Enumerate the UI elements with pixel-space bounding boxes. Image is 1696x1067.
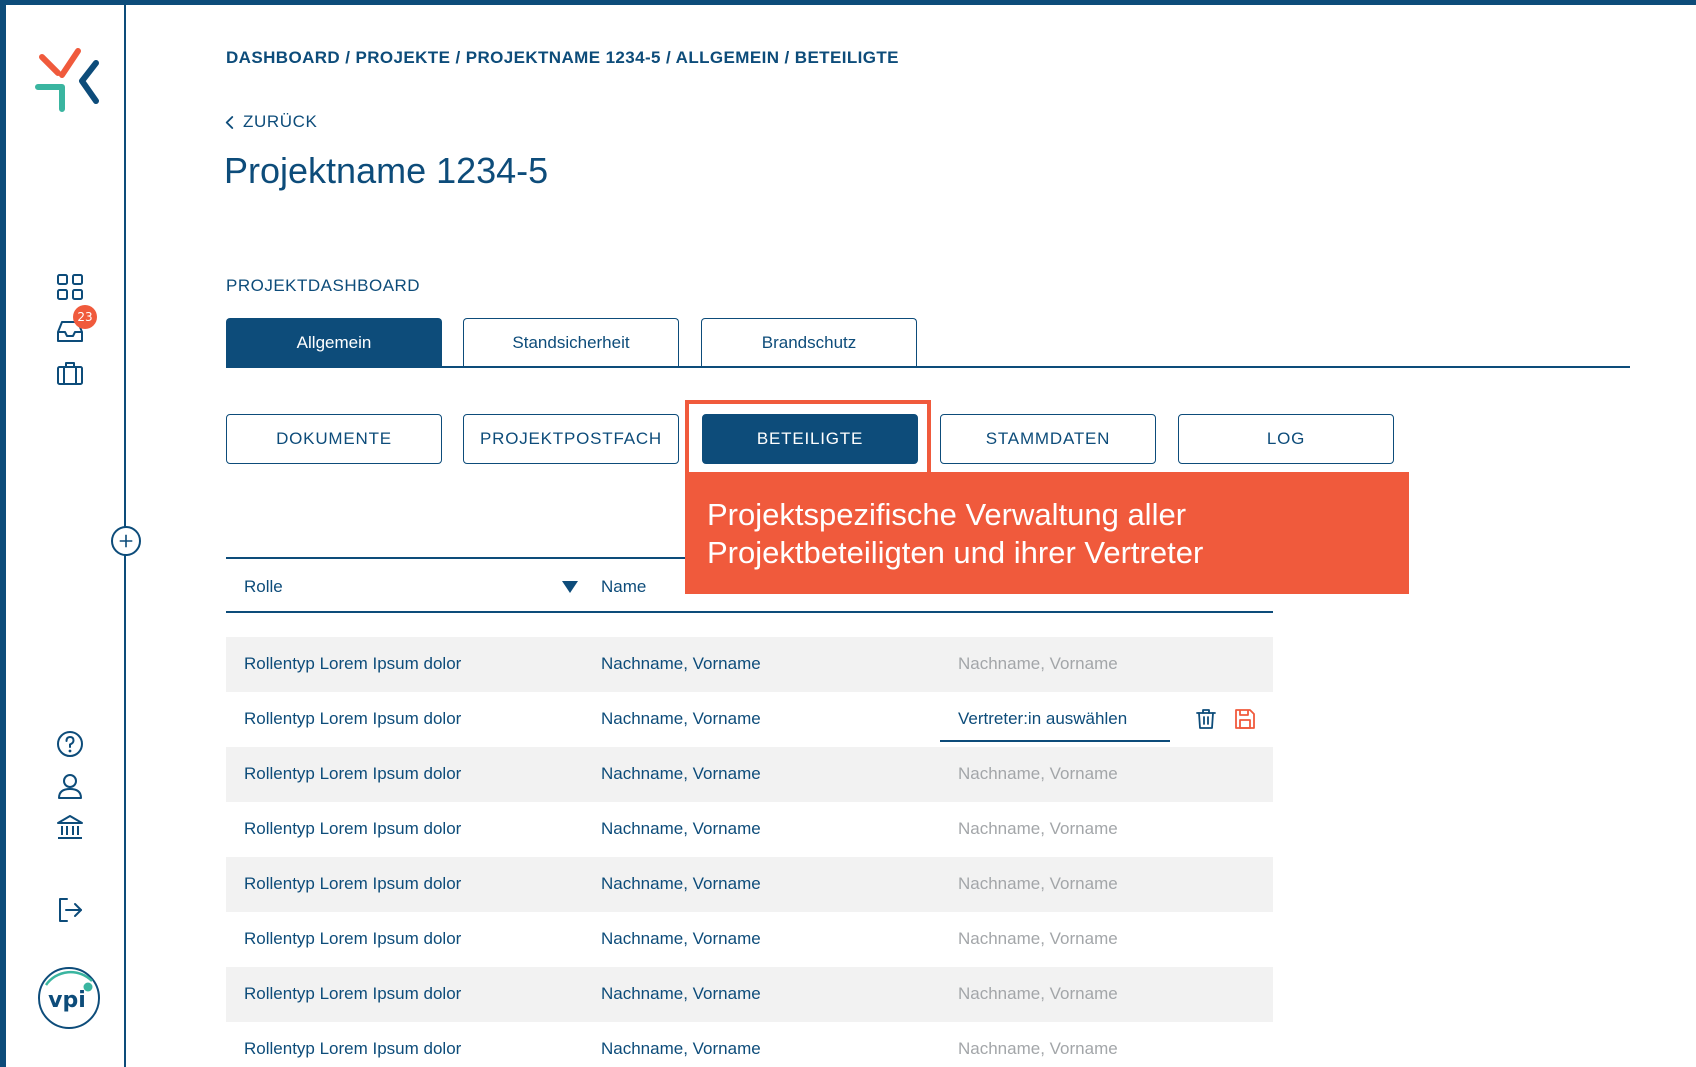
table-row[interactable]: Rollentyp Lorem Ipsum dolor Nachname, Vo…	[226, 967, 1273, 1022]
stammdaten-button[interactable]: STAMMDATEN	[940, 414, 1156, 464]
cell-name: Nachname, Vorname	[601, 874, 761, 893]
project-tabs: Allgemein Standsicherheit Brandschutz	[226, 318, 1630, 368]
dokumente-button[interactable]: DOKUMENTE	[226, 414, 442, 464]
cell-role: Rollentyp Lorem Ipsum dolor	[244, 654, 462, 673]
cell-name: Nachname, Vorname	[601, 929, 761, 948]
institution-icon[interactable]	[51, 808, 89, 846]
table-row[interactable]: Rollentyp Lorem Ipsum dolor Nachname, Vo…	[226, 637, 1273, 692]
cell-name: Nachname, Vorname	[601, 764, 761, 783]
cell-vertreter: Nachname, Vorname	[958, 874, 1118, 893]
breadcrumb-separator: /	[660, 48, 676, 67]
cell-vertreter: Nachname, Vorname	[958, 764, 1118, 783]
column-header-name[interactable]: Name	[601, 577, 646, 597]
tab-brandschutz[interactable]: Brandschutz	[701, 318, 917, 366]
inbox-icon[interactable]: 23	[51, 305, 97, 349]
sort-down-icon[interactable]	[562, 581, 578, 593]
log-button[interactable]: LOG	[1178, 414, 1394, 464]
breadcrumb-separator: /	[340, 48, 356, 67]
chevron-left-icon	[225, 115, 234, 129]
vertreter-select[interactable]: Vertreter:in auswählen	[940, 696, 1170, 742]
breadcrumb-projekte[interactable]: PROJEKTE	[355, 48, 450, 67]
cell-role: Rollentyp Lorem Ipsum dolor	[244, 819, 462, 838]
section-label: PROJEKTDASHBOARD	[226, 276, 421, 295]
cell-name: Nachname, Vorname	[601, 984, 761, 1003]
back-link-label: ZURÜCK	[243, 112, 318, 131]
cell-name: Nachname, Vorname	[601, 1039, 761, 1058]
breadcrumb-projektname[interactable]: PROJEKTNAME 1234-5	[466, 48, 661, 67]
table-row[interactable]: Rollentyp Lorem Ipsum dolor Nachname, Vo…	[226, 857, 1273, 912]
cell-name: Nachname, Vorname	[601, 709, 761, 728]
cell-role: Rollentyp Lorem Ipsum dolor	[244, 929, 462, 948]
dashboard-grid-icon[interactable]	[51, 268, 89, 306]
annotation-callout: Projektspezifische Verwaltung aller Proj…	[685, 472, 1409, 594]
callout-line-2: Projektbeteiligten und ihrer Vertreter	[707, 535, 1204, 570]
cell-role: Rollentyp Lorem Ipsum dolor	[244, 874, 462, 893]
breadcrumb: DASHBOARD / PROJEKTE / PROJEKTNAME 1234-…	[226, 48, 899, 68]
cell-vertreter: Nachname, Vorname	[958, 929, 1118, 948]
table-row[interactable]: Rollentyp Lorem Ipsum dolor Nachname, Vo…	[226, 747, 1273, 802]
user-icon[interactable]	[51, 767, 89, 805]
projektpostfach-button[interactable]: PROJEKTPOSTFACH	[463, 414, 679, 464]
beteiligte-button[interactable]: BETEILIGTE	[702, 414, 918, 464]
cell-vertreter: Nachname, Vorname	[958, 1039, 1118, 1058]
page-title: Projektname 1234-5	[224, 150, 549, 191]
column-header-rolle[interactable]: Rolle	[244, 577, 283, 597]
trash-icon[interactable]	[1190, 703, 1222, 735]
cell-vertreter: Nachname, Vorname	[958, 819, 1118, 838]
cell-role: Rollentyp Lorem Ipsum dolor	[244, 764, 462, 783]
cell-role: Rollentyp Lorem Ipsum dolor	[244, 709, 462, 728]
table-row[interactable]: Rollentyp Lorem Ipsum dolor Nachname, Vo…	[226, 1022, 1273, 1067]
briefcase-icon[interactable]	[51, 354, 89, 392]
table-body: Rollentyp Lorem Ipsum dolor Nachname, Vo…	[226, 637, 1273, 1067]
cell-vertreter: Nachname, Vorname	[958, 984, 1118, 1003]
tab-standsicherheit[interactable]: Standsicherheit	[463, 318, 679, 366]
breadcrumb-dashboard[interactable]: DASHBOARD	[226, 48, 340, 67]
back-link[interactable]: ZURÜCK	[224, 112, 317, 132]
app-logo[interactable]	[34, 43, 104, 113]
help-icon[interactable]	[51, 725, 89, 763]
table-row[interactable]: Rollentyp Lorem Ipsum dolor Nachname, Vo…	[226, 912, 1273, 967]
cell-role: Rollentyp Lorem Ipsum dolor	[244, 984, 462, 1003]
breadcrumb-beteiligte: BETEILIGTE	[794, 48, 899, 67]
logout-icon[interactable]	[51, 891, 89, 929]
save-icon[interactable]	[1229, 703, 1261, 735]
vpi-logo: vpi	[36, 965, 102, 1031]
breadcrumb-separator: /	[450, 48, 466, 67]
section-subnav: DOKUMENTE PROJEKTPOSTFACH BETEILIGTE STA…	[226, 414, 1426, 464]
table-row[interactable]: Rollentyp Lorem Ipsum dolor Nachname, Vo…	[226, 802, 1273, 857]
callout-line-1: Projektspezifische Verwaltung aller	[707, 497, 1187, 532]
cell-name: Nachname, Vorname	[601, 819, 761, 838]
inbox-count-badge: 23	[73, 305, 97, 329]
cell-role: Rollentyp Lorem Ipsum dolor	[244, 1039, 462, 1058]
breadcrumb-separator: /	[779, 48, 795, 67]
sidebar: 23 vpi	[6, 5, 126, 1067]
breadcrumb-allgemein[interactable]: ALLGEMEIN	[676, 48, 780, 67]
tab-allgemein[interactable]: Allgemein	[226, 318, 442, 366]
window-top-border	[0, 0, 1696, 5]
table-row-editing[interactable]: Rollentyp Lorem Ipsum dolor Nachname, Vo…	[226, 692, 1273, 747]
cell-vertreter: Nachname, Vorname	[958, 654, 1118, 673]
sidebar-toggle-button[interactable]	[111, 526, 141, 556]
cell-name: Nachname, Vorname	[601, 654, 761, 673]
vpi-logo-text: vpi	[48, 988, 86, 1013]
